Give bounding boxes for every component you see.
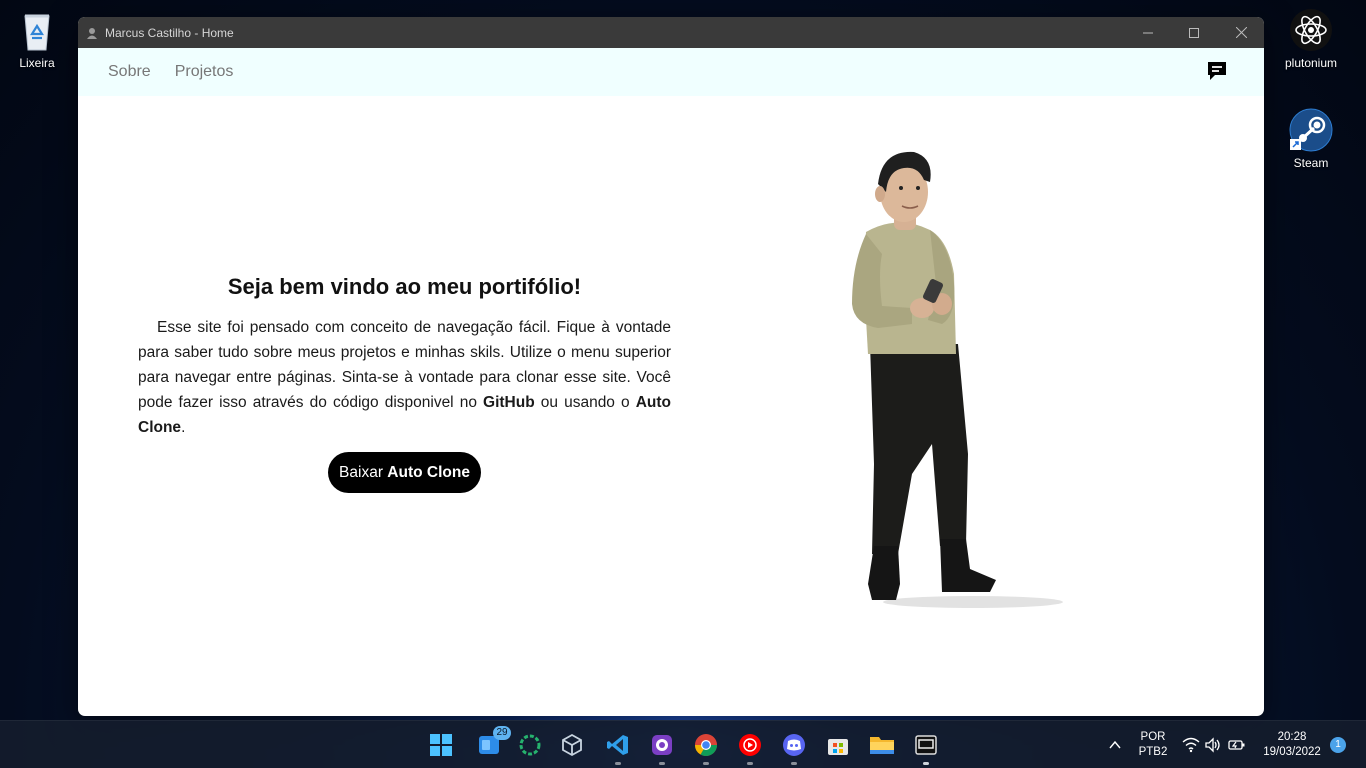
app-window: Marcus Castilho - Home Sobre Projetos Se… [78, 17, 1264, 716]
keyboard-layout: PTB2 [1138, 746, 1168, 758]
minimize-icon [1143, 32, 1153, 33]
steam-icon [1289, 108, 1333, 152]
desktop-icon-plutonium[interactable]: plutonium [1275, 8, 1347, 70]
store-icon [828, 739, 848, 755]
taskbar-file-explorer[interactable] [866, 729, 898, 761]
running-indicator [923, 762, 929, 765]
top-navigation: Sobre Projetos [78, 48, 1264, 96]
show-hidden-icons-button[interactable] [1108, 721, 1128, 768]
hero-text-3: . [181, 419, 186, 436]
close-button[interactable] [1218, 17, 1264, 48]
github-link-text: GitHub [483, 394, 535, 411]
running-indicator [747, 762, 753, 765]
taskbar-chrome[interactable] [690, 729, 722, 765]
desktop-icon-label: Steam [1293, 156, 1329, 170]
desktop-icon-lixeira[interactable]: Lixeira [1, 8, 73, 70]
window-app-icon [915, 735, 937, 755]
taskbar-active-app[interactable] [910, 729, 942, 765]
chat-button[interactable] [1206, 60, 1228, 82]
hero-paragraph: Esse site foi pensado com conceito de na… [138, 315, 671, 440]
taskbar-vscode[interactable] [602, 729, 634, 765]
atom-icon [1289, 8, 1333, 52]
download-auto-clone-button[interactable]: Baixar Auto Clone [328, 452, 481, 493]
chrome-icon [695, 734, 717, 756]
system-tray-status[interactable] [1180, 721, 1248, 768]
taskbar-widgets[interactable]: 29 [473, 726, 511, 761]
volume-icon [1205, 737, 1220, 753]
title-bar[interactable]: Marcus Castilho - Home [78, 17, 1264, 48]
battery-icon [1228, 740, 1245, 750]
notification-count-badge[interactable]: 1 [1330, 737, 1346, 753]
clock-time: 20:28 [1277, 731, 1307, 743]
running-indicator [791, 762, 797, 765]
maximize-icon [1189, 27, 1199, 38]
folder-icon [870, 737, 894, 754]
vscode-icon [607, 735, 628, 755]
taskbar-youtube-music[interactable] [734, 729, 766, 765]
app-logo-icon [87, 27, 97, 39]
chat-icon [1208, 62, 1226, 80]
github-icon [652, 735, 672, 755]
wifi-icon [1182, 737, 1200, 753]
language-code: POR [1140, 731, 1166, 743]
windows-start-icon [430, 734, 452, 756]
minimize-button[interactable] [1125, 17, 1171, 48]
main-content: Seja bem vindo ao meu portifólio! Esse s… [78, 96, 1264, 716]
nav-link-sobre[interactable]: Sobre [108, 63, 151, 81]
hero-text-2: ou usando o [534, 394, 636, 411]
desktop-icon-steam[interactable]: Steam [1275, 108, 1347, 170]
chevron-up-icon [1109, 740, 1121, 749]
start-button[interactable] [425, 729, 457, 761]
youtube-music-icon [739, 734, 761, 756]
discord-icon [783, 734, 805, 756]
desktop-icon-label: plutonium [1284, 56, 1338, 70]
nav-link-projetos[interactable]: Projetos [175, 63, 234, 81]
button-label-prefix: Baixar [339, 463, 388, 481]
running-indicator [703, 762, 709, 765]
language-indicator[interactable]: POR PTB2 [1133, 721, 1173, 768]
maximize-button[interactable] [1171, 17, 1217, 48]
taskbar-virtualbox[interactable] [556, 729, 588, 761]
clock[interactable]: 20:28 19/03/2022 [1256, 721, 1328, 768]
taskbar-github-desktop[interactable] [646, 729, 678, 765]
virtualbox-icon [562, 733, 582, 757]
running-indicator [615, 762, 621, 765]
window-title: Marcus Castilho - Home [105, 25, 234, 40]
person-illustration [852, 151, 1063, 608]
hero-title: Seja bem vindo ao meu portifólio! [227, 274, 582, 299]
taskbar: 29 POR PTB2 20:28 19/03/2022 [0, 720, 1366, 768]
clock-date: 19/03/2022 [1263, 746, 1321, 758]
button-label-bold: Auto Clone [387, 463, 470, 481]
refresh-icon [519, 734, 541, 756]
hero-section: Seja bem vindo ao meu portifólio! Esse s… [138, 274, 671, 493]
running-indicator [659, 762, 665, 765]
recycle-bin-icon [15, 8, 59, 52]
widgets-badge: 29 [493, 726, 511, 740]
taskbar-refresh-app[interactable] [514, 729, 546, 761]
taskbar-discord[interactable] [778, 729, 810, 765]
desktop-icon-label: Lixeira [19, 56, 55, 70]
taskbar-microsoft-store[interactable] [822, 729, 854, 761]
close-icon [1235, 27, 1247, 38]
